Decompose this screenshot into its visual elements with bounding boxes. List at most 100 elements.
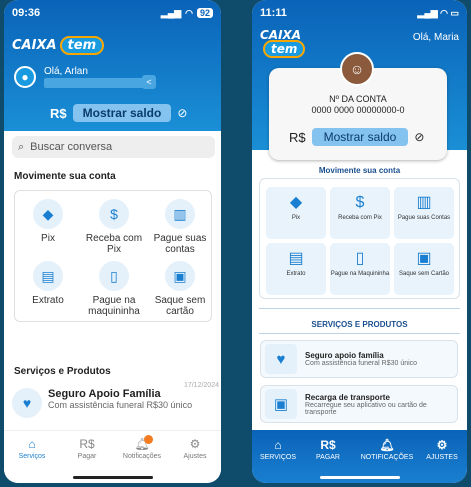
card-machine-icon: ▯: [355, 250, 365, 267]
show-balance-button[interactable]: Mostrar saldo: [311, 128, 409, 146]
currency-label: R$: [50, 105, 67, 121]
tab-label: SERVIÇOS: [259, 454, 297, 461]
bell-icon: 🔔︎: [379, 438, 395, 452]
eye-slash-icon[interactable]: ⊘: [414, 130, 424, 144]
search-placeholder: Buscar conversa: [30, 141, 113, 153]
service-subtitle: Com assistência funeral R$30 único: [305, 360, 418, 367]
card-machine-icon: ▯: [99, 261, 129, 291]
status-icons: ▂▄▆ ◠ 92: [161, 8, 213, 19]
logo-product: tem: [59, 36, 105, 55]
actions-title: Movimente sua conta: [14, 171, 116, 182]
service-recarga[interactable]: ▣ Recarga de transporte Recarregue seu a…: [260, 385, 458, 423]
right-phone-screen: 11:11 ▂▄▆ ◠ ▭ CAIXA tem Olá, Maria Nº DA …: [252, 0, 467, 483]
action-saque[interactable]: ▣ Saque sem Cartão: [394, 243, 454, 295]
action-receba-pix[interactable]: $ Receba com Pix: [81, 199, 147, 255]
tab-label: Ajustes: [183, 453, 207, 460]
tab-label: PAGAR: [316, 454, 340, 461]
action-label: Pague na Maquininha: [330, 271, 390, 277]
share-icon[interactable]: <: [142, 75, 156, 89]
section-divider: [259, 308, 460, 309]
action-extrato[interactable]: ▤ Extrato: [15, 261, 81, 306]
cash-icon: ▣: [416, 250, 432, 267]
statement-icon: ▤: [288, 250, 304, 267]
gear-icon: ⚙: [436, 438, 448, 452]
tab-pagar[interactable]: R$ Pagar: [62, 437, 112, 460]
tab-servicos[interactable]: ⌂ SERVIÇOS: [252, 438, 304, 461]
action-maquininha[interactable]: ▯ Pague na maquininha: [81, 261, 147, 317]
logo-brand: CAIXA: [12, 38, 57, 53]
user-greeting: Olá, Arlan: [44, 66, 88, 77]
receive-money-icon: $: [355, 194, 365, 211]
status-bar: 09:36 ▂▄▆ ◠ 92: [12, 6, 213, 20]
pix-icon: ◆: [289, 194, 303, 211]
user-photo-avatar[interactable]: ☺: [340, 52, 374, 86]
avatar-icon[interactable]: ●: [14, 66, 36, 88]
caixa-tem-logo: CAIXA tem: [12, 36, 105, 55]
account-number: 0000 0000 00000000-0: [311, 105, 405, 115]
service-title: Recarga de transporte: [305, 392, 390, 402]
action-label: Pague suas contas: [153, 233, 207, 255]
action-pix[interactable]: ◆ Pix: [15, 199, 81, 244]
rs-icon: R$: [320, 438, 336, 452]
tab-notificacoes[interactable]: 🔔︎ Notificações: [117, 437, 167, 460]
eye-slash-icon[interactable]: ⊘: [177, 106, 187, 120]
status-bar: 11:11 ▂▄▆ ◠ ▭: [260, 6, 459, 20]
action-pague-contas[interactable]: ▥ Pague suas Contas: [394, 187, 454, 239]
header-panel: 09:36 ▂▄▆ ◠ 92 CAIXA tem ● Olá, Arlan < R…: [4, 0, 221, 131]
bell-icon: 🔔︎: [134, 437, 150, 451]
services-title: Serviços e Produtos: [14, 366, 111, 377]
tab-label: NOTIFICAÇÕES: [360, 454, 414, 461]
balance-row: R$ Mostrar saldo ⊘: [289, 128, 424, 146]
notification-dot: [144, 435, 153, 444]
tab-servicos[interactable]: ⌂ Serviços: [7, 437, 57, 460]
bus-icon: ▣: [265, 389, 297, 419]
action-receba-pix[interactable]: $ Receba com Pix: [330, 187, 390, 239]
masked-user-info: [44, 78, 154, 88]
action-extrato[interactable]: ▤ Extrato: [266, 243, 326, 295]
rs-icon: R$: [79, 437, 95, 451]
action-maquininha[interactable]: ▯ Pague na Maquininha: [330, 243, 390, 295]
balance-row: R$ Mostrar saldo ⊘: [50, 104, 187, 122]
tab-ajustes[interactable]: ⚙ Ajustes: [170, 437, 220, 460]
service-subtitle: Com assistência funeral R$30 único: [48, 400, 193, 410]
heart-hands-icon: ♥: [265, 344, 297, 374]
heart-hands-icon: ♥: [12, 388, 42, 418]
tab-ajustes[interactable]: ⚙ AJUSTES: [418, 438, 466, 461]
tab-pagar[interactable]: R$ PAGAR: [302, 438, 354, 461]
status-time: 09:36: [12, 7, 41, 19]
statement-icon: ▤: [33, 261, 63, 291]
search-input[interactable]: ⌕ Buscar conversa: [12, 136, 215, 158]
service-seguro[interactable]: ♥ Seguro apoio família Com assistência f…: [260, 340, 458, 378]
home-indicator: [319, 476, 400, 479]
action-pix[interactable]: ◆ Pix: [266, 187, 326, 239]
receive-money-icon: $: [99, 199, 129, 229]
tab-label: AJUSTES: [426, 454, 458, 461]
left-phone-screen: 09:36 ▂▄▆ ◠ 92 CAIXA tem ● Olá, Arlan < R…: [4, 0, 221, 483]
pix-icon: ◆: [33, 199, 63, 229]
home-icon: ⌂: [28, 437, 36, 451]
logo-product: tem: [263, 40, 306, 58]
bottom-tab-bar: ⌂ SERVIÇOS R$ PAGAR 🔔︎ NOTIFICAÇÕES ⚙ AJ…: [252, 430, 467, 483]
account-label: Nº DA CONTA: [329, 94, 387, 104]
tab-notificacoes[interactable]: 🔔︎ NOTIFICAÇÕES: [358, 438, 416, 461]
tab-label: Notificações: [122, 453, 162, 460]
service-title: Seguro Apoio Família: [48, 388, 161, 400]
barcode-icon: ▥: [416, 194, 432, 211]
search-icon: ⌕: [18, 140, 25, 153]
services-title: SERVIÇOS E PRODUTOS: [311, 320, 408, 329]
service-date: 17/12/2024: [183, 382, 219, 389]
action-label: Pague na maquininha: [88, 295, 140, 317]
user-greeting: Olá, Maria: [412, 32, 459, 43]
currency-label: R$: [289, 129, 306, 145]
service-subtitle: Recarregue seu aplicativo ou cartão de t…: [305, 401, 427, 416]
service-seguro[interactable]: ♥ 17/12/2024 Seguro Apoio Família Com as…: [12, 382, 219, 422]
home-icon: ⌂: [274, 438, 282, 452]
action-saque[interactable]: ▣ Saque sem cartão: [147, 261, 213, 317]
action-label: Receba com Pix: [85, 233, 143, 255]
show-balance-button[interactable]: Mostrar saldo: [72, 104, 172, 122]
action-label: Saque sem cartão: [154, 295, 206, 317]
status-icons: ▂▄▆ ◠ ▭: [417, 7, 459, 18]
action-label: Extrato: [286, 271, 306, 277]
section-divider: [259, 333, 460, 334]
action-pague-contas[interactable]: ▥ Pague suas contas: [147, 199, 213, 255]
